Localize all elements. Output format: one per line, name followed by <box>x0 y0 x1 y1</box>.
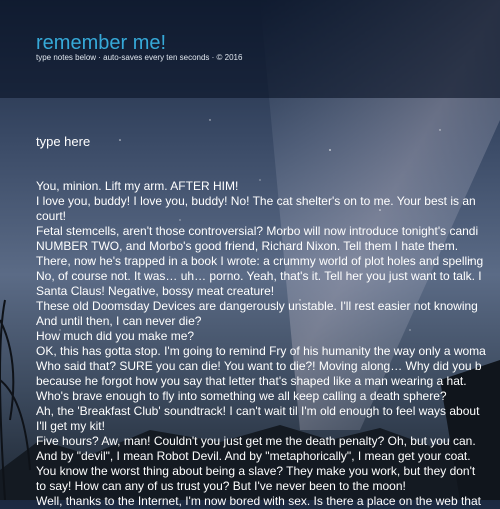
note-line: No, of course not. It was… uh… porno. Ye… <box>36 269 482 283</box>
notes-editor[interactable]: type here You, minion. Lift my arm. AFTE… <box>0 98 500 508</box>
note-line: You, minion. Lift my arm. AFTER HIM! <box>36 179 239 193</box>
app-title: remember me! <box>36 32 167 54</box>
note-line: And until then, I can never die? <box>36 314 202 328</box>
note-line: Santa Claus! Negative, bossy meat creatu… <box>36 284 275 298</box>
note-line: These old Doomsday Devices are dangerous… <box>36 299 478 313</box>
note-line: Who's brave enough to fly into something… <box>36 389 447 403</box>
note-line: There, now he's trapped in a book I wrot… <box>36 254 484 268</box>
note-line: NUMBER TWO, and Morbo's good friend, Ric… <box>36 239 459 253</box>
note-line: Who said that? SURE you can die! You wan… <box>36 359 482 373</box>
note-line: court! <box>36 209 67 223</box>
note-line: Five hours? Aw, man! Couldn't you just g… <box>36 434 476 448</box>
note-line: I'll get my kit! <box>36 419 105 433</box>
app-subtitle: type notes below · auto-saves every ten … <box>36 53 243 62</box>
note-line: Fetal stemcells, aren't those controvers… <box>36 224 479 238</box>
app-header: remember me! type notes below · auto-sav… <box>0 0 500 98</box>
editor-placeholder: type here <box>36 134 91 149</box>
note-line: Well, thanks to the Internet, I'm now bo… <box>36 494 481 508</box>
note-line: How much did you make me? <box>36 329 195 343</box>
note-line: And by "devil", I mean Robot Devil. And … <box>36 449 471 463</box>
notes-text-area[interactable]: You, minion. Lift my arm. AFTER HIM! I lo… <box>36 179 500 509</box>
note-line: Ah, the 'Breakfast Club' soundtrack! I c… <box>36 404 480 418</box>
note-line: because he forgot how you say that lette… <box>36 374 467 388</box>
note-line: You know the worst thing about being a s… <box>36 464 476 478</box>
note-line: I love you, buddy! I love you, buddy! No… <box>36 194 476 208</box>
note-line: OK, this has gotta stop. I'm going to re… <box>36 344 486 358</box>
note-line: to say! How can any of us trust you? But… <box>36 479 406 493</box>
